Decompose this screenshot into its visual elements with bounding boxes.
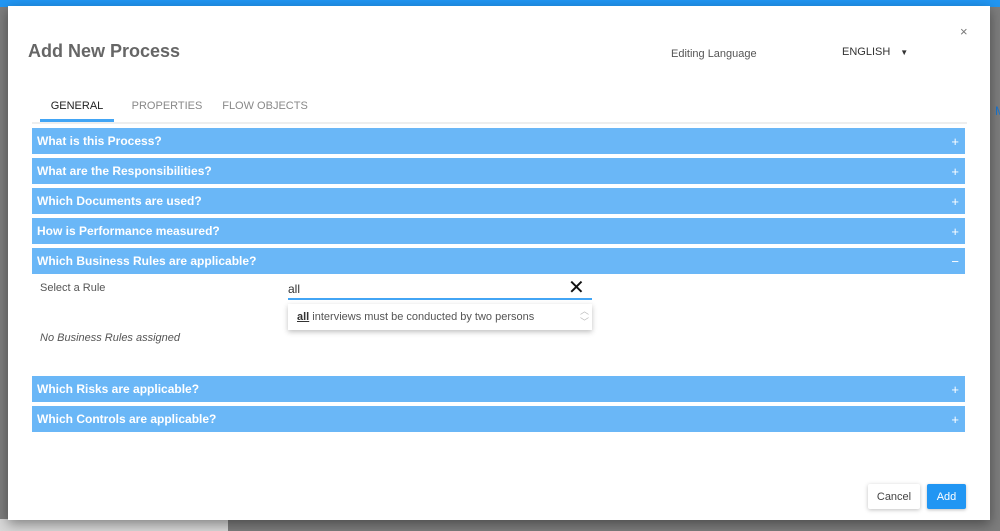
business-rules-panel: Select a Rule ✕ all interviews must be c… <box>32 274 965 372</box>
background-text: M <box>995 104 1000 118</box>
section-controls[interactable]: Which Controls are applicable? + <box>32 406 965 432</box>
background-panel <box>0 519 228 531</box>
suggestion-text: interviews must be conducted by two pers… <box>309 311 535 323</box>
plus-icon: + <box>951 381 959 397</box>
minus-icon: − <box>951 253 959 269</box>
suggestion-match: all <box>297 311 310 323</box>
accordion: What is this Process? + What are the Resp… <box>32 128 965 436</box>
section-label: How is Performance measured? <box>37 224 220 238</box>
tab-properties[interactable]: PROPERTIES <box>130 94 204 122</box>
section-label: Which Controls are applicable? <box>37 412 217 426</box>
close-icon[interactable]: × <box>960 24 968 39</box>
section-label: What is this Process? <box>37 134 162 148</box>
add-button[interactable]: Add <box>927 484 966 509</box>
tab-general[interactable]: GENERAL <box>40 94 114 122</box>
plus-icon: + <box>951 163 959 179</box>
select-rule-label: Select a Rule <box>40 282 106 294</box>
editing-language-label: Editing Language <box>671 48 757 60</box>
rule-suggestion-item[interactable]: all interviews must be conducted by two … <box>288 304 592 330</box>
plus-icon: + <box>951 411 959 427</box>
section-business-rules[interactable]: Which Business Rules are applicable? − <box>32 248 965 274</box>
section-label: Which Risks are applicable? <box>37 382 200 396</box>
dialog-title: Add New Process <box>28 41 181 61</box>
section-label: What are the Responsibilities? <box>37 164 212 178</box>
tab-bar: GENERAL PROPERTIES FLOW OBJECTS <box>32 94 967 124</box>
no-rules-text: No Business Rules assigned <box>40 332 181 344</box>
section-label: Which Documents are used? <box>37 194 202 208</box>
caret-down-icon: ▼ <box>900 48 909 57</box>
clear-icon[interactable]: ✕ <box>568 275 585 300</box>
rule-search-input[interactable] <box>288 276 592 300</box>
section-documents[interactable]: Which Documents are used? + <box>32 188 965 214</box>
plus-icon: + <box>951 133 959 149</box>
language-value: ENGLISH <box>842 46 891 58</box>
plus-icon: + <box>951 223 959 239</box>
section-responsibilities[interactable]: What are the Responsibilities? + <box>32 158 965 184</box>
scroll-arrows-icon[interactable]: ︿ ﹀ <box>580 306 589 328</box>
add-process-dialog: Add New Process × Editing Language ENGLI… <box>8 6 990 520</box>
cancel-button[interactable]: Cancel <box>868 484 920 509</box>
tab-flow-objects[interactable]: FLOW OBJECTS <box>220 94 310 122</box>
language-select[interactable]: ENGLISH ▼ <box>842 46 908 58</box>
plus-icon: + <box>951 193 959 209</box>
section-performance[interactable]: How is Performance measured? + <box>32 218 965 244</box>
section-label: Which Business Rules are applicable? <box>37 254 257 268</box>
section-risks[interactable]: Which Risks are applicable? + <box>32 376 965 402</box>
section-what-is-process[interactable]: What is this Process? + <box>32 128 965 154</box>
